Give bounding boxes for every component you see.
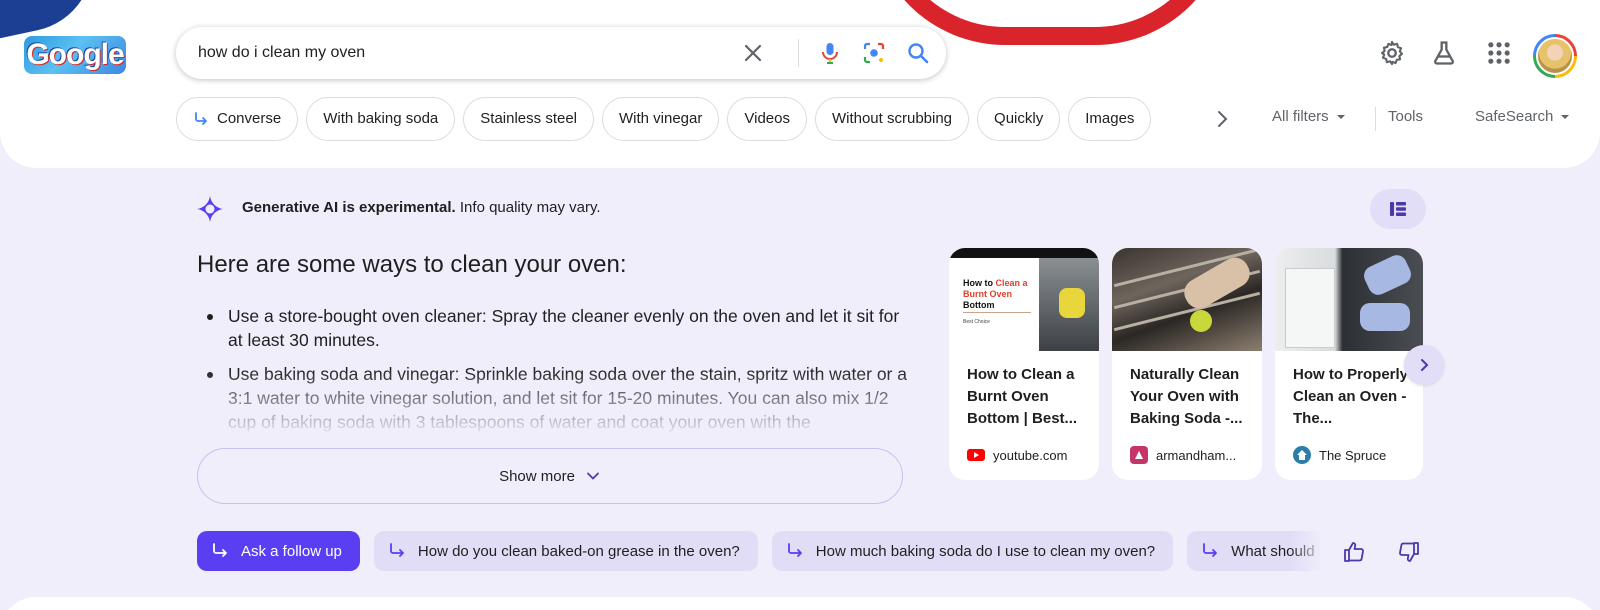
chip-label: Videos (744, 110, 790, 127)
card-title: How to Properly Clean an Oven - The... (1293, 366, 1409, 427)
thumbnail-title-part: Bottom (963, 300, 995, 310)
arrow-turn-icon (389, 543, 404, 557)
card-title: Naturally Clean Your Oven with Baking So… (1130, 366, 1243, 427)
chevron-right-icon[interactable] (1210, 107, 1234, 131)
chip-with-vinegar[interactable]: With vinegar (602, 97, 720, 141)
follow-up-label: How much baking soda do I use to clean m… (815, 542, 1156, 560)
cards-next-button[interactable] (1404, 345, 1444, 385)
ask-follow-up-button[interactable]: Ask a follow up (197, 531, 360, 571)
arrow-turn-icon (195, 112, 207, 125)
ai-disclaimer-rest: Info quality may vary. (455, 199, 601, 216)
results-panel-top (0, 597, 1600, 610)
card-source: armandham... (1130, 446, 1236, 464)
ai-overview-heading: Here are some ways to clean your oven: (197, 251, 627, 278)
bullet-item: Use a store-bought oven cleaner: Spray t… (197, 304, 907, 352)
chip-label: Quickly (994, 110, 1044, 127)
search-input[interactable] (198, 27, 718, 79)
google-doodle-logo[interactable]: Google (24, 36, 126, 74)
chevron-down-icon (587, 472, 599, 480)
chip-label: Without scrubbing (831, 110, 953, 127)
all-filters-dropdown[interactable]: All filters (1272, 108, 1347, 125)
chip-converse[interactable]: Converse (176, 97, 299, 141)
arrow-turn-icon (213, 543, 227, 557)
gemini-sparkle-icon (197, 196, 223, 222)
safesearch-label: SafeSearch (1475, 108, 1554, 125)
all-filters-label: All filters (1272, 108, 1329, 125)
microphone-icon[interactable] (818, 41, 842, 65)
safesearch-dropdown[interactable]: SafeSearch (1475, 108, 1571, 125)
chip-label: Converse (217, 110, 282, 127)
follow-up-fade-overlay (1290, 531, 1330, 571)
card-source-label: youtube.com (993, 447, 1068, 463)
card-source: youtube.com (967, 446, 1067, 464)
clear-icon[interactable] (741, 41, 765, 65)
armandhammer-favicon-icon (1130, 446, 1148, 464)
ask-follow-up-label: Ask a follow up (241, 542, 342, 560)
search-box (176, 27, 946, 79)
youtube-favicon-icon (967, 446, 985, 464)
caret-down-icon (1561, 114, 1570, 119)
ai-disclaimer: Generative AI is experimental. Info qual… (242, 199, 601, 216)
thumbnail-title: How to Clean a Burnt Oven Bottom (963, 278, 1043, 311)
gear-icon[interactable] (1378, 39, 1406, 67)
thumbnail-caption: Best Choice (963, 319, 990, 325)
search-divider (798, 39, 799, 67)
chip-videos[interactable]: Videos (727, 97, 807, 141)
follow-up-chip[interactable]: How much baking soda do I use to clean m… (771, 531, 1174, 571)
thumbs-down-icon[interactable] (1397, 540, 1421, 564)
card-source-label: armandham... (1156, 447, 1237, 463)
layout-toggle-button[interactable] (1370, 189, 1426, 229)
chip-quickly[interactable]: Quickly (977, 97, 1061, 141)
bullet-item: Use baking soda and vinegar: Sprinkle ba… (197, 362, 907, 434)
avatar-photo (1536, 37, 1574, 75)
search-icon[interactable] (906, 41, 930, 65)
thumbnail-title-part: How to (963, 278, 996, 288)
arrow-turn-icon (787, 543, 802, 557)
caret-down-icon (1336, 114, 1345, 119)
card-thumbnail (1112, 248, 1262, 351)
arrow-turn-icon (1203, 543, 1218, 557)
card-thumbnail: How to Clean a Burnt Oven Bottom Best Ch… (949, 248, 1099, 351)
follow-up-row: Ask a follow up How do you clean baked-o… (197, 531, 1320, 571)
source-card-armandhammer[interactable]: Naturally Clean Your Oven with Baking So… (1112, 248, 1262, 480)
chip-without-scrubbing[interactable]: Without scrubbing (814, 97, 970, 141)
ai-disclaimer-bold: Generative AI is experimental. (242, 199, 456, 216)
card-title: How to Clean a Burnt Oven Bottom | Best.… (967, 366, 1078, 427)
lens-icon[interactable] (862, 41, 886, 65)
tools-button[interactable]: Tools (1388, 108, 1423, 125)
thumbs-up-icon[interactable] (1342, 540, 1366, 564)
chip-with-baking-soda[interactable]: With baking soda (306, 97, 456, 141)
card-source: The Spruce (1293, 446, 1386, 464)
show-more-label: Show more (499, 467, 575, 485)
show-more-button[interactable]: Show more (197, 448, 903, 504)
search-header: ✶ Google (0, 0, 1600, 168)
the-spruce-favicon-icon (1293, 446, 1311, 464)
ai-overview-bullets: Use a store-bought oven cleaner: Spray t… (197, 304, 907, 434)
source-card-the-spruce[interactable]: How to Properly Clean an Oven - The... T… (1275, 248, 1423, 480)
chevron-right-icon (1421, 359, 1429, 371)
chip-label: Images (1085, 110, 1135, 127)
follow-up-chip[interactable]: How do you clean baked-on grease in the … (373, 531, 758, 571)
chip-stainless-steel[interactable]: Stainless steel (463, 97, 594, 141)
tools-label: Tools (1388, 108, 1424, 125)
chip-label: With baking soda (323, 110, 439, 127)
chip-label: With vinegar (619, 110, 703, 127)
chip-label: Stainless steel (480, 110, 577, 127)
account-avatar[interactable] (1533, 34, 1577, 78)
tools-divider (1375, 107, 1376, 131)
refinement-chips: Converse With baking soda Stainless stee… (176, 97, 1152, 141)
card-thumbnail (1275, 248, 1423, 351)
card-source-label: The Spruce (1319, 447, 1387, 463)
apps-grid-icon[interactable] (1485, 39, 1513, 67)
labs-flask-icon[interactable] (1430, 39, 1458, 67)
follow-up-label: How do you clean baked-on grease in the … (417, 542, 740, 560)
source-card-youtube[interactable]: How to Clean a Burnt Oven Bottom Best Ch… (949, 248, 1099, 480)
chip-images[interactable]: Images (1068, 97, 1152, 141)
list-layout-icon (1390, 202, 1406, 216)
